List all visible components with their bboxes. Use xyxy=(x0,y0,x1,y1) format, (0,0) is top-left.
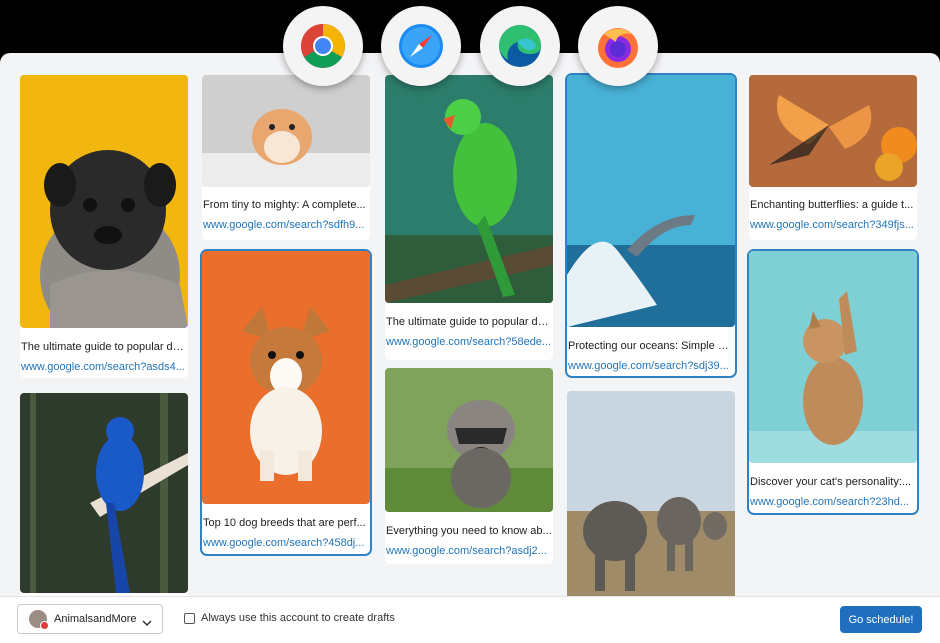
card-title: Discover your cat's personality:... xyxy=(750,476,912,488)
card-dolphin[interactable]: Protecting our oceans: Simple w... www.g… xyxy=(565,73,737,378)
card-green-parrot[interactable]: The ultimate guide to popular do... www.… xyxy=(385,75,553,360)
chevron-down-icon xyxy=(142,614,152,632)
elephants-image xyxy=(567,391,735,601)
account-selector[interactable]: AnimalsandMore xyxy=(17,604,163,634)
card-title: The ultimate guide to popular do... xyxy=(386,316,553,328)
card-link[interactable]: www.google.com/search?asdj2... xyxy=(385,545,553,557)
card-link[interactable]: www.google.com/search?349fjs... xyxy=(749,219,917,231)
card-link[interactable]: www.google.com/search?asds4... xyxy=(20,361,188,373)
card-title: Protecting our oceans: Simple w... xyxy=(568,340,735,352)
corgi-puppy-image xyxy=(202,251,370,504)
card-pug[interactable]: The ultimate guide to popular do... www.… xyxy=(20,75,188,378)
blue-macaw-image xyxy=(20,393,188,593)
green-parrot-image xyxy=(385,75,553,303)
always-use-account-checkbox[interactable] xyxy=(184,613,195,624)
card-link[interactable]: www.google.com/search?458dj... xyxy=(202,537,370,549)
footer-bar: AnimalsandMore Always use this account t… xyxy=(0,596,940,643)
card-title: From tiny to mighty: A complete... xyxy=(203,199,366,211)
avatar xyxy=(29,610,49,630)
checkbox-label: Always use this account to create drafts xyxy=(201,612,395,624)
raccoon-image xyxy=(385,368,553,512)
card-hamster[interactable]: From tiny to mighty: A complete... www.g… xyxy=(202,75,370,240)
card-title: Enchanting butterflies: a guide t... xyxy=(750,199,914,211)
firefox-icon xyxy=(578,6,658,86)
dolphin-image xyxy=(567,75,735,327)
card-corgi-puppy[interactable]: Top 10 dog breeds that are perf... www.g… xyxy=(200,249,372,556)
card-link[interactable]: www.google.com/search?58ede... xyxy=(385,336,553,348)
card-link[interactable]: www.google.com/search?sdfh9... xyxy=(202,219,370,231)
card-title: Everything you need to know ab... xyxy=(386,525,552,537)
chrome-icon xyxy=(283,6,363,86)
card-link[interactable]: www.google.com/search?23hd... xyxy=(749,496,917,508)
pug-image xyxy=(20,75,188,328)
card-kitten[interactable]: Discover your cat's personality:... www.… xyxy=(747,249,919,515)
account-name: AnimalsandMore xyxy=(54,613,137,625)
hamster-image xyxy=(202,75,370,187)
butterfly-image xyxy=(749,75,917,187)
card-butterfly[interactable]: Enchanting butterflies: a guide t... www… xyxy=(749,75,917,240)
edge-icon xyxy=(480,6,560,86)
card-title: Top 10 dog breeds that are perf... xyxy=(203,517,366,529)
kitten-image xyxy=(749,251,917,463)
image-grid-panel: The ultimate guide to popular do... www.… xyxy=(0,53,940,642)
card-title: The ultimate guide to popular do... xyxy=(21,341,188,353)
card-raccoon[interactable]: Everything you need to know ab... www.go… xyxy=(385,368,553,564)
card-link[interactable]: www.google.com/search?sdj39... xyxy=(567,360,735,372)
go-schedule-button[interactable]: Go schedule! xyxy=(840,606,922,633)
safari-icon xyxy=(381,6,461,86)
